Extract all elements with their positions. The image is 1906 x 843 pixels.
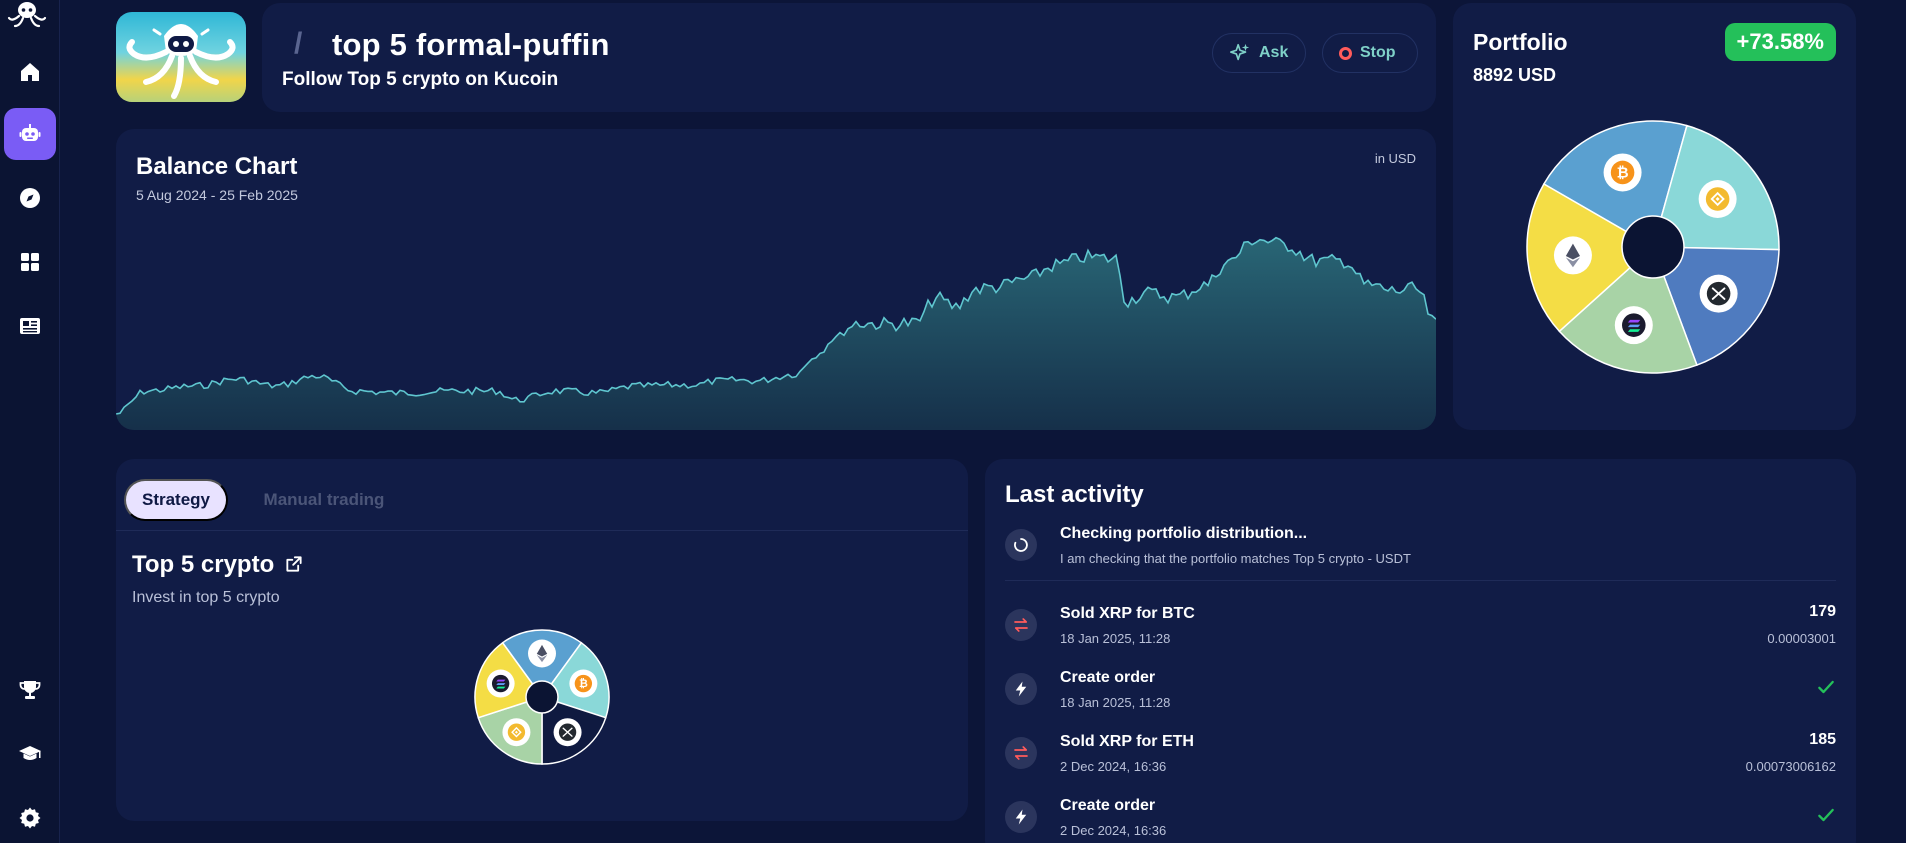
xrp-coin-icon	[1699, 274, 1738, 313]
sidebar-item-explore[interactable]	[4, 172, 56, 224]
balance-area	[116, 237, 1436, 430]
activity-amount: 185	[1809, 731, 1836, 748]
activity-pending-row: Checking portfolio distribution... I am …	[985, 521, 1856, 579]
activity-pending-detail: I am checking that the portfolio matches…	[1060, 551, 1411, 566]
sidebar-item-bots[interactable]	[4, 108, 56, 160]
activity-price: 0.00003001	[1767, 631, 1836, 646]
btc-coin-icon: ₿	[1603, 153, 1642, 192]
balance-chart-range: 5 Aug 2024 - 25 Feb 2025	[136, 187, 298, 203]
tab-manual-trading[interactable]: Manual trading	[244, 479, 404, 521]
bot-subtitle: Follow Top 5 crypto on Kucoin	[282, 69, 559, 90]
bot-header: / top 5 formal-puffin Follow Top 5 crypt…	[262, 3, 1436, 112]
check-icon	[1818, 808, 1834, 822]
octopus-logo-icon[interactable]	[6, 0, 48, 30]
sidebar-item-settings[interactable]	[4, 792, 56, 843]
activity-card: Last activity Checking portfolio distrib…	[985, 459, 1856, 843]
bot-avatar	[116, 12, 246, 102]
list-item[interactable]: Create order 2 Dec 2024, 16:36	[985, 793, 1856, 843]
lightning-icon	[1005, 673, 1037, 705]
svg-text:₿: ₿	[1617, 164, 1629, 181]
trophy-icon	[19, 681, 41, 699]
strategy-title: Top 5 crypto	[132, 551, 275, 578]
strategy-description: Invest in top 5 crypto	[132, 589, 280, 606]
stop-icon	[1339, 46, 1352, 60]
list-item[interactable]: Sold XRP for BTC 18 Jan 2025, 11:28 179 …	[985, 601, 1856, 659]
strategy-pie-chart: ₿	[474, 629, 610, 765]
btc-coin-icon: ₿	[569, 669, 598, 698]
balance-chart-unit: in USD	[1374, 151, 1416, 166]
balance-chart-title: Balance Chart	[136, 153, 298, 180]
news-icon	[20, 318, 40, 334]
sidebar-item-home[interactable]	[4, 46, 56, 98]
pie-hole	[525, 680, 559, 714]
pie-hole	[1621, 215, 1685, 279]
tab-strategy[interactable]: Strategy	[124, 479, 228, 521]
balance-chart-card: Balance Chart 5 Aug 2024 - 25 Feb 2025 i…	[116, 129, 1436, 430]
activity-label: Create order	[1060, 797, 1156, 814]
stop-button[interactable]: Stop	[1322, 33, 1418, 73]
list-item[interactable]: Create order 18 Jan 2025, 11:28	[985, 665, 1856, 723]
title-slash: /	[294, 27, 303, 60]
eth-coin-icon	[1553, 236, 1592, 275]
graduation-cap-icon	[19, 746, 41, 760]
octopus-avatar-icon	[126, 24, 236, 99]
ask-button-label: Ask	[1259, 44, 1289, 61]
sol-coin-icon	[486, 669, 515, 698]
tab-divider	[116, 530, 968, 531]
strategy-card: Strategy Manual trading Top 5 crypto Inv…	[116, 459, 968, 821]
sidebar	[0, 0, 60, 843]
stop-button-label: Stop	[1360, 44, 1396, 61]
lightning-icon	[1005, 801, 1037, 833]
check-icon	[1818, 680, 1834, 694]
svg-text:₿: ₿	[579, 677, 588, 690]
activity-date: 18 Jan 2025, 11:28	[1060, 695, 1171, 710]
activity-label: Sold XRP for ETH	[1060, 733, 1194, 750]
activity-date: 18 Jan 2025, 11:28	[1060, 631, 1171, 646]
sidebar-item-news[interactable]	[4, 300, 56, 352]
swap-icon	[1005, 609, 1037, 641]
xrp-coin-icon	[553, 718, 582, 747]
portfolio-value: 8892 USD	[1473, 65, 1557, 85]
bnb-coin-icon	[502, 718, 531, 747]
activity-amount: 179	[1809, 603, 1836, 620]
sidebar-item-academy[interactable]	[4, 728, 56, 780]
activity-date: 2 Dec 2024, 16:36	[1060, 759, 1167, 774]
external-link-icon[interactable]	[284, 554, 304, 574]
balance-chart	[116, 236, 1436, 430]
grid-icon	[21, 253, 39, 271]
activity-date: 2 Dec 2024, 16:36	[1060, 823, 1167, 838]
activity-price: 0.00073006162	[1745, 759, 1836, 774]
activity-label: Create order	[1060, 669, 1156, 686]
portfolio-pie-chart: ₿	[1526, 120, 1780, 374]
home-icon	[21, 63, 39, 81]
sparkles-icon	[1230, 43, 1250, 61]
sidebar-item-leaderboard[interactable]	[4, 664, 56, 716]
eth-coin-icon	[528, 639, 556, 668]
compass-icon	[20, 188, 40, 208]
gear-icon	[19, 807, 41, 829]
activity-title: Last activity	[1005, 481, 1144, 508]
portfolio-change-badge: +73.58%	[1724, 23, 1836, 61]
robot-icon	[19, 124, 41, 141]
ask-button[interactable]: Ask	[1212, 33, 1306, 73]
swap-icon	[1005, 737, 1037, 769]
loading-spinner-icon	[1005, 529, 1037, 561]
list-item[interactable]: Sold XRP for ETH 2 Dec 2024, 16:36 185 0…	[985, 729, 1856, 787]
activity-divider	[1005, 580, 1836, 581]
bot-title: top 5 formal-puffin	[332, 27, 610, 62]
activity-pending-label: Checking portfolio distribution...	[1060, 525, 1308, 542]
portfolio-card: Portfolio 8892 USD +73.58% ₿	[1453, 3, 1856, 430]
portfolio-title: Portfolio	[1473, 29, 1568, 55]
sol-coin-icon	[1614, 306, 1653, 345]
bnb-coin-icon	[1698, 180, 1737, 219]
sidebar-item-dashboard[interactable]	[4, 236, 56, 288]
activity-label: Sold XRP for BTC	[1060, 605, 1195, 622]
